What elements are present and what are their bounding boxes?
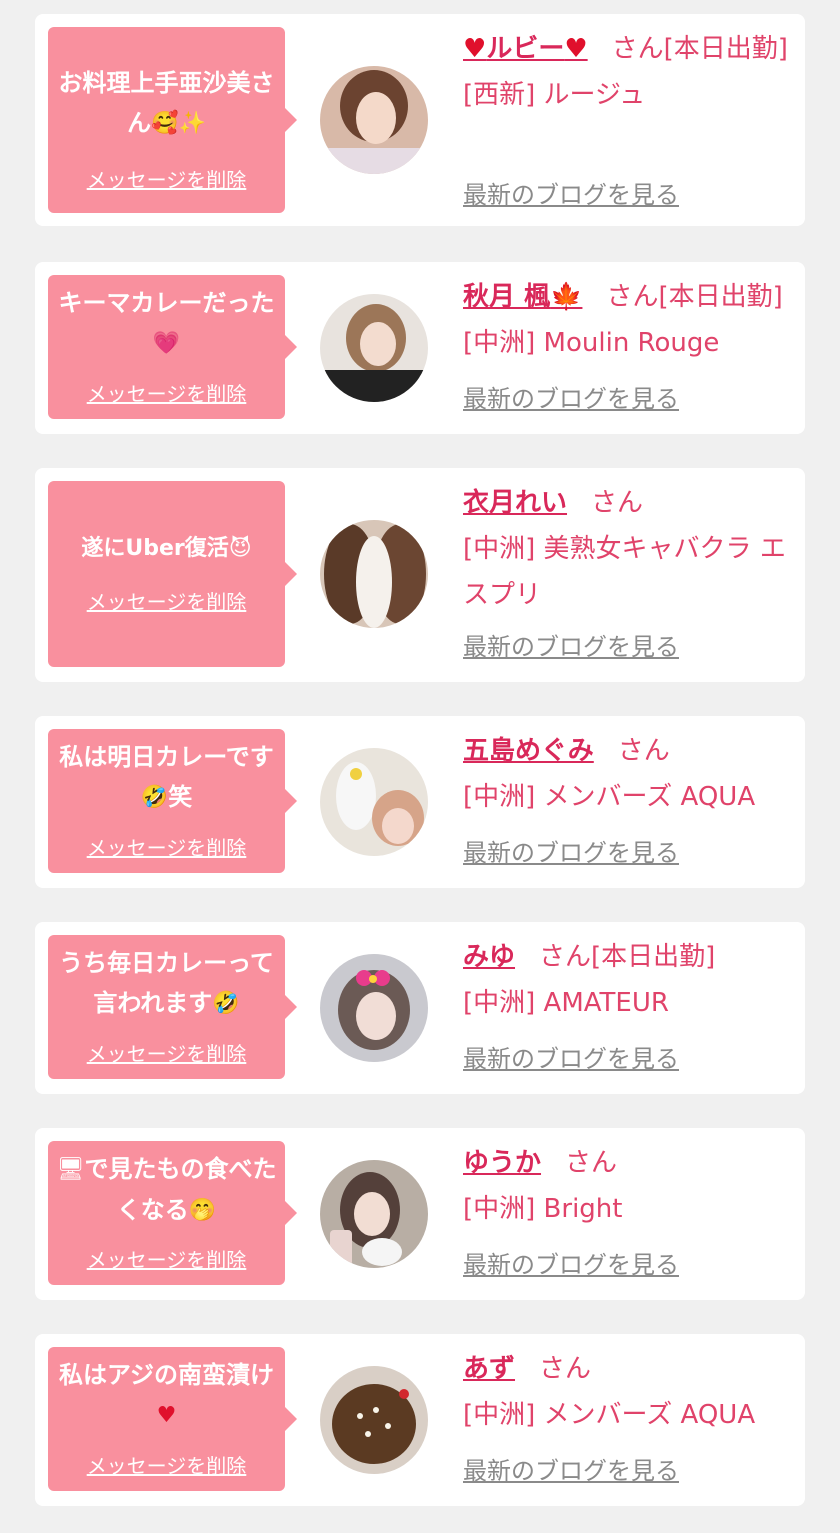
message-card: キーマカレーだった 💗 メッセージを削除 秋月 楓🍁 さん[本日出勤] [中洲] M…	[35, 262, 805, 434]
message-bubble: キーマカレーだった 💗 メッセージを削除	[48, 275, 297, 419]
cast-shop: [中洲] Bright	[463, 1194, 623, 1224]
avatar[interactable]	[320, 66, 428, 174]
emoji: 🤭	[188, 1198, 217, 1223]
emoji: 💗	[152, 331, 181, 356]
latest-blog-link[interactable]: 最新のブログを見る	[463, 1044, 679, 1074]
message-body: 遂にUber復活	[81, 536, 229, 561]
cast-name-link[interactable]: みゆ	[463, 942, 515, 972]
message-bubble: 私は明日カレーです 🤣笑 メッセージを削除	[48, 729, 297, 873]
cast-name: ルビー	[486, 34, 565, 64]
maple-leaf-icon: 🍁	[550, 282, 583, 312]
delete-message-link[interactable]: メッセージを削除	[48, 1041, 285, 1067]
cast-info: みゆ さん[本日出勤] [中洲] AMATEUR	[463, 934, 793, 1026]
emoji: 🥰✨	[151, 111, 206, 136]
message-bubble: うち毎日カレーって言われます🤣 メッセージを削除	[48, 935, 297, 1079]
message-text: 🖥で見たもの食べたくなる🤭	[56, 1149, 277, 1231]
delete-message-link[interactable]: メッセージを削除	[48, 167, 285, 193]
cast-name-link[interactable]: ゆうか	[463, 1148, 541, 1178]
message-text: お料理上手亜沙美さん🥰✨	[56, 63, 277, 144]
message-bubble: 私はアジの南蛮漬け ♥ メッセージを削除	[48, 1347, 297, 1491]
avatar[interactable]	[320, 520, 428, 628]
cast-status: さん[本日出勤]	[611, 34, 788, 64]
emoji: 😈	[228, 536, 252, 561]
message-card: 遂にUber復活😈 メッセージを削除 衣月れい さん [中洲] 美熟女キャバクラ …	[35, 468, 805, 682]
cast-status: さん	[617, 736, 670, 766]
avatar[interactable]	[320, 1160, 428, 1268]
message-bubble: 🖥で見たもの食べたくなる🤭 メッセージを削除	[48, 1141, 297, 1285]
heart-icon: ♥	[463, 34, 487, 64]
message-text: 私はアジの南蛮漬け ♥	[56, 1355, 277, 1436]
cast-name-link[interactable]: あず	[463, 1354, 515, 1384]
cast-shop: [中洲] AMATEUR	[463, 988, 669, 1018]
cast-name-link[interactable]: 秋月 楓🍁	[463, 282, 582, 312]
latest-blog-link[interactable]: 最新のブログを見る	[463, 838, 679, 868]
message-text: 遂にUber復活😈	[56, 529, 277, 569]
latest-blog-link[interactable]: 最新のブログを見る	[463, 1456, 679, 1486]
message-body: キーマカレーだった	[58, 289, 275, 317]
message-body: うち毎日カレーって言われます	[59, 949, 274, 1017]
message-card: お料理上手亜沙美さん🥰✨ メッセージを削除 ♥ルビー♥ さん[本日出勤] [西新]…	[35, 14, 805, 226]
latest-blog-link[interactable]: 最新のブログを見る	[463, 1250, 679, 1280]
heart-icon: ♥	[564, 34, 588, 64]
cast-name: 衣月れい	[463, 488, 568, 518]
message-body: 私は明日カレーです	[59, 743, 274, 771]
cast-status: さん	[591, 488, 644, 518]
cast-name: あず	[463, 1354, 516, 1384]
message-text: キーマカレーだった 💗	[56, 283, 277, 364]
delete-message-link[interactable]: メッセージを削除	[48, 1247, 285, 1273]
message-body: で見たもの食べたくなる	[84, 1155, 277, 1224]
delete-message-link[interactable]: メッセージを削除	[48, 381, 285, 407]
cast-name-link[interactable]: 衣月れい	[463, 488, 567, 518]
delete-message-link[interactable]: メッセージを削除	[48, 835, 285, 861]
cast-status: さん	[565, 1148, 618, 1178]
cast-info: 五島めぐみ さん [中洲] メンバーズ AQUA	[463, 728, 793, 820]
cast-name: ゆうか	[463, 1148, 542, 1178]
delete-message-link[interactable]: メッセージを削除	[48, 1453, 285, 1479]
cast-name: 秋月 楓	[463, 282, 551, 312]
cast-shop: [中洲] Moulin Rouge	[463, 328, 720, 358]
cast-info: 衣月れい さん [中洲] 美熟女キャバクラ エスプリ	[463, 480, 793, 618]
avatar[interactable]	[320, 748, 428, 856]
television-icon: 🖥	[56, 1157, 85, 1182]
emoji: 🤣	[140, 785, 169, 810]
message-text: 私は明日カレーです 🤣笑	[56, 737, 277, 818]
cast-shop: [中洲] メンバーズ AQUA	[463, 782, 756, 812]
cast-status: さん[本日出勤]	[606, 282, 783, 312]
cast-name: みゆ	[463, 942, 516, 972]
cast-info: 秋月 楓🍁 さん[本日出勤] [中洲] Moulin Rouge	[463, 274, 793, 366]
cast-name-link[interactable]: 五島めぐみ	[463, 736, 594, 766]
cast-info: ゆうか さん [中洲] Bright	[463, 1140, 793, 1232]
delete-message-link[interactable]: メッセージを削除	[48, 589, 285, 615]
emoji: 🤣	[212, 991, 240, 1016]
cast-shop: [中洲] 美熟女キャバクラ エスプリ	[463, 534, 786, 610]
cast-shop: [中洲] メンバーズ AQUA	[463, 1400, 756, 1430]
heart-icon: ♥	[156, 1403, 177, 1428]
cast-info: あず さん [中洲] メンバーズ AQUA	[463, 1346, 793, 1438]
message-bubble: 遂にUber復活😈 メッセージを削除	[48, 481, 297, 667]
cast-shop: [西新] ルージュ	[463, 80, 646, 110]
message-bubble: お料理上手亜沙美さん🥰✨ メッセージを削除	[48, 27, 297, 213]
avatar[interactable]	[320, 294, 428, 402]
message-body: 私はアジの南蛮漬け	[58, 1361, 275, 1389]
message-card: うち毎日カレーって言われます🤣 メッセージを削除 みゆ さん[本日出勤] [中洲]…	[35, 922, 805, 1094]
message-card: 🖥で見たもの食べたくなる🤭 メッセージを削除 ゆうか さん [中洲] Bright…	[35, 1128, 805, 1300]
cast-status: さん	[539, 1354, 592, 1384]
latest-blog-link[interactable]: 最新のブログを見る	[463, 632, 679, 662]
cast-name-link[interactable]: ♥ルビー♥	[463, 34, 588, 64]
cast-info: ♥ルビー♥ さん[本日出勤] [西新] ルージュ	[463, 26, 793, 118]
message-text: うち毎日カレーって言われます🤣	[56, 943, 277, 1024]
latest-blog-link[interactable]: 最新のブログを見る	[463, 180, 679, 210]
message-tail: 笑	[168, 783, 193, 811]
cast-name: 五島めぐみ	[463, 736, 594, 766]
message-card: 私はアジの南蛮漬け ♥ メッセージを削除 あず さん [中洲] メンバーズ AQUA…	[35, 1334, 805, 1506]
avatar[interactable]	[320, 954, 428, 1062]
latest-blog-link[interactable]: 最新のブログを見る	[463, 384, 679, 414]
cast-status: さん[本日出勤]	[539, 942, 716, 972]
message-card: 私は明日カレーです 🤣笑 メッセージを削除 五島めぐみ さん [中洲] メンバーズ …	[35, 716, 805, 888]
avatar[interactable]	[320, 1366, 428, 1474]
